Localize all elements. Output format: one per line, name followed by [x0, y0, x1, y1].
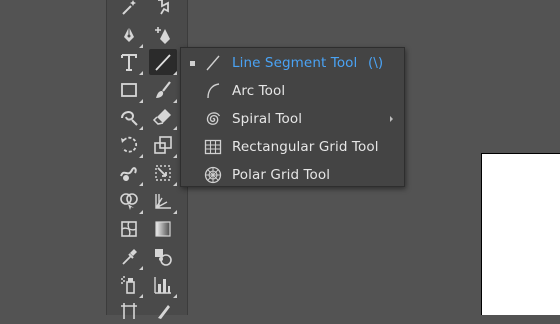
- mesh-tool[interactable]: [115, 216, 143, 242]
- type-tool[interactable]: [115, 49, 143, 75]
- knife-icon: [152, 300, 174, 322]
- gradient-icon: [152, 218, 174, 240]
- submenu-indicator: [173, 154, 177, 158]
- submenu-indicator: [173, 210, 177, 214]
- submenu-indicator: [173, 99, 177, 103]
- spiral-icon: [203, 109, 223, 129]
- slice-tool[interactable]: [149, 298, 177, 324]
- scale-tool[interactable]: [149, 132, 177, 158]
- submenu-indicator: [139, 266, 143, 270]
- column-graph-icon: [152, 274, 174, 296]
- active-tool-marker: [190, 61, 195, 66]
- flyout-item-label: Rectangular Grid Tool: [232, 139, 379, 155]
- shaper-tool[interactable]: [115, 104, 143, 130]
- submenu-indicator: [139, 210, 143, 214]
- line-segment-icon: [152, 51, 174, 73]
- shaper-icon: [118, 106, 140, 128]
- scale-icon: [152, 134, 174, 156]
- rectangle-icon: [118, 79, 140, 101]
- type-icon: [118, 51, 140, 73]
- eyedropper-tool[interactable]: [115, 244, 143, 270]
- magic-pen-icon: [118, 0, 140, 18]
- eraser-tool[interactable]: [149, 104, 177, 130]
- flyout-item-rectangular-grid-tool[interactable]: Rectangular Grid Tool: [181, 133, 395, 161]
- paintbrush-icon: [152, 79, 174, 101]
- arc-icon: [203, 81, 223, 101]
- mesh-icon: [118, 218, 140, 240]
- free-transform-tool[interactable]: [149, 160, 177, 186]
- lasso-tool[interactable]: [149, 0, 177, 20]
- rotate-tool[interactable]: [115, 132, 143, 158]
- flyout-item-label: Spiral Tool: [232, 111, 303, 127]
- submenu-indicator: [173, 182, 177, 186]
- gradient-tool[interactable]: [149, 216, 177, 242]
- submenu-indicator: [139, 182, 143, 186]
- pen-plus-tool[interactable]: [149, 22, 177, 48]
- perspective-grid-tool[interactable]: [149, 188, 177, 214]
- submenu-indicator: [139, 99, 143, 103]
- artboard-icon: [118, 300, 140, 322]
- submenu-indicator: [173, 126, 177, 130]
- puppet-warp-tool[interactable]: [115, 160, 143, 186]
- submenu-indicator: [139, 126, 143, 130]
- polar-grid-icon: [203, 165, 223, 185]
- flyout-item-line-segment-tool[interactable]: Line Segment Tool (\): [181, 49, 395, 77]
- pen-tool[interactable]: [115, 22, 143, 48]
- pen-plus-icon: [152, 24, 174, 46]
- shape-builder-icon: [118, 190, 140, 212]
- symbol-sprayer-tool[interactable]: [115, 272, 143, 298]
- flyout-item-polar-grid-tool[interactable]: Polar Grid Tool: [181, 161, 395, 189]
- tearoff-arrow-icon[interactable]: [390, 116, 393, 122]
- submenu-indicator: [139, 154, 143, 158]
- paintbrush-tool[interactable]: [149, 77, 177, 103]
- blend-tool[interactable]: [149, 244, 177, 270]
- rectangular-grid-icon: [203, 137, 223, 157]
- artboard-tool[interactable]: [115, 298, 143, 324]
- eraser-icon: [152, 106, 174, 128]
- shape-builder-tool[interactable]: [115, 188, 143, 214]
- line-segment-icon: [203, 53, 223, 73]
- line-segment-tool[interactable]: [149, 49, 177, 75]
- eyedropper-icon: [118, 246, 140, 268]
- line-tools-flyout: Line Segment Tool (\) Arc Tool Spiral To…: [180, 47, 405, 187]
- submenu-indicator: [139, 71, 143, 75]
- submenu-indicator: [173, 71, 177, 75]
- submenu-indicator: [139, 44, 143, 48]
- flyout-item-shortcut: (\): [368, 55, 384, 71]
- blend-icon: [152, 246, 174, 268]
- artboard-canvas[interactable]: [481, 153, 560, 315]
- rectangle-tool[interactable]: [115, 77, 143, 103]
- rotate-icon: [118, 134, 140, 156]
- lasso-icon: [152, 0, 174, 18]
- flyout-item-spiral-tool[interactable]: Spiral Tool: [181, 105, 395, 133]
- pen-icon: [118, 24, 140, 46]
- curvature-tool[interactable]: [115, 0, 143, 20]
- free-transform-icon: [152, 162, 174, 184]
- perspective-grid-icon: [152, 190, 174, 212]
- tools-panel: [106, 0, 188, 319]
- flyout-item-arc-tool[interactable]: Arc Tool: [181, 77, 395, 105]
- flyout-item-label: Arc Tool: [232, 83, 286, 99]
- column-graph-tool[interactable]: [149, 272, 177, 298]
- symbol-sprayer-icon: [118, 274, 140, 296]
- warp-icon: [118, 162, 140, 184]
- flyout-item-label: Polar Grid Tool: [232, 167, 331, 183]
- flyout-item-label: Line Segment Tool: [232, 55, 358, 71]
